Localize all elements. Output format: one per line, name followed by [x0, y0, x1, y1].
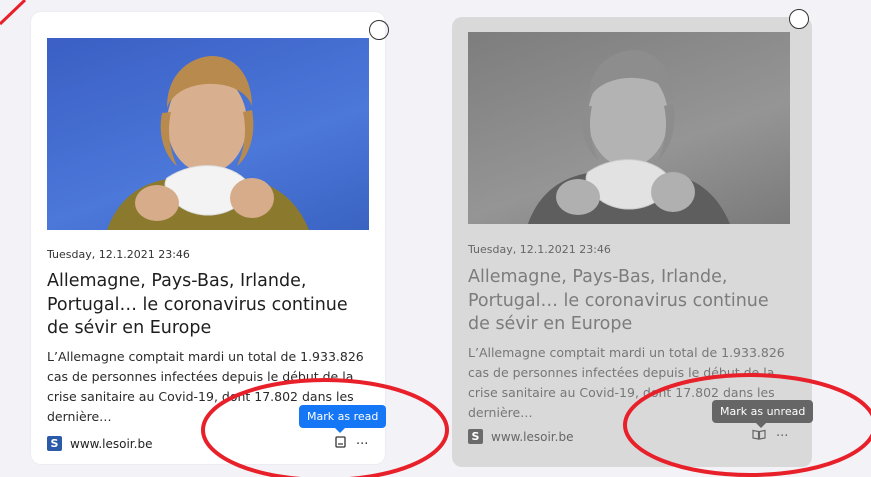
article-card-unread[interactable]: Tuesday, 12.1.2021 23:46 Allemagne, Pays…: [31, 12, 389, 464]
card-actions: ···: [752, 429, 788, 444]
select-circle[interactable]: [369, 20, 389, 40]
annotation-line: [0, 0, 27, 26]
more-options-button[interactable]: ···: [776, 429, 788, 444]
mark-as-read-icon[interactable]: [335, 436, 346, 452]
article-thumbnail[interactable]: [468, 32, 790, 224]
portrait-image: [107, 56, 309, 230]
card-actions: ···: [335, 436, 368, 452]
source-logo-icon: S: [468, 429, 483, 444]
article-timestamp: Tuesday, 12.1.2021 23:46: [468, 243, 611, 256]
source-domain: www.lesoir.be: [491, 429, 574, 444]
mark-as-unread-icon[interactable]: [752, 429, 766, 444]
article-thumbnail[interactable]: [47, 38, 369, 230]
more-options-button[interactable]: ···: [356, 437, 368, 452]
article-title[interactable]: Allemagne, Pays-Bas, Irlande, Portugal… …: [468, 266, 790, 337]
article-timestamp: Tuesday, 12.1.2021 23:46: [47, 248, 190, 261]
source-domain: www.lesoir.be: [70, 436, 153, 451]
article-source[interactable]: S www.lesoir.be: [468, 429, 573, 444]
portrait-image: [528, 50, 730, 224]
article-source[interactable]: S www.lesoir.be: [47, 436, 152, 451]
select-circle[interactable]: [789, 9, 809, 29]
article-title[interactable]: Allemagne, Pays-Bas, Irlande, Portugal… …: [47, 270, 369, 341]
mark-as-unread-tooltip: Mark as unread: [712, 400, 814, 428]
source-logo-icon: S: [47, 436, 62, 451]
mark-as-read-tooltip: Mark as read: [299, 405, 387, 433]
article-card-read[interactable]: Tuesday, 12.1.2021 23:46 Allemagne, Pays…: [452, 9, 814, 467]
